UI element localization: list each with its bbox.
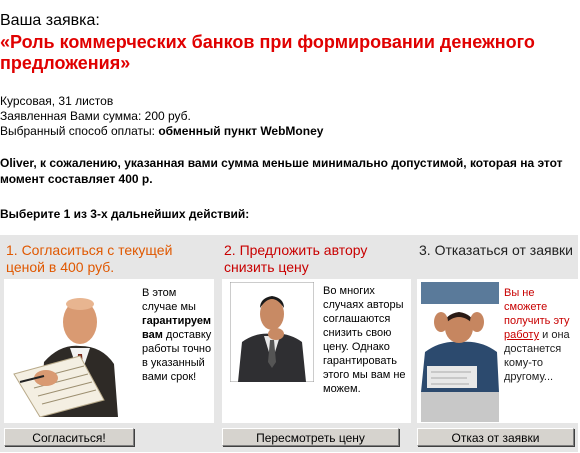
- option-decline-heading: 3. Отказаться от заявки: [419, 242, 573, 258]
- option-accept-text: В этом случае мы гарантируем вам доставк…: [142, 287, 212, 383]
- amount-line: Заявленная Вами сумма: 200 руб.: [0, 109, 323, 124]
- payment-label: Выбранный способ оплаты:: [0, 124, 155, 138]
- amount-value: 200 руб.: [144, 109, 191, 123]
- order-details: Курсовая, 31 листов Заявленная Вами сумм…: [0, 94, 323, 139]
- option-renegotiate: 2. Предложить автору снизить цену Во мно…: [218, 235, 413, 452]
- option-decline-text: Вы не сможете получить эту работу и она …: [504, 287, 570, 383]
- amount-label: Заявленная Вами сумма:: [0, 109, 142, 123]
- option-accept: 1. Согласиться с текущей ценой в 400 руб…: [0, 235, 218, 452]
- thinking-man-photo: [230, 282, 314, 382]
- option-accept-header: 1. Согласиться с текущей ценой в 400 руб…: [0, 235, 218, 279]
- renegotiate-button[interactable]: Пересмотреть цену: [222, 428, 399, 446]
- order-title: «Роль коммерческих банков при формирован…: [0, 32, 535, 73]
- option-decline-body: Вы не сможете получить эту работу и она …: [417, 279, 578, 423]
- price-warning: Oliver, к сожалению, указанная вами сумм…: [0, 156, 563, 186]
- option-renegotiate-body: Во многих случаях авторы соглашаются сни…: [222, 279, 411, 423]
- options-panel: 1. Согласиться с текущей ценой в 400 руб…: [0, 235, 578, 452]
- payment-value: обменный пункт WebMoney: [158, 124, 324, 138]
- option-renegotiate-heading: 2. Предложить автору снизить цену: [224, 242, 368, 275]
- option-decline: 3. Отказаться от заявки Вы не сможете по…: [413, 235, 578, 452]
- order-heading: Ваша заявка:: [0, 12, 100, 29]
- frustrated-man-photo: [421, 282, 499, 422]
- choose-prompt: Выберите 1 из 3-х дальнейших действий:: [0, 207, 250, 221]
- option-accept-body: В этом случае мы гарантируем вам доставк…: [4, 279, 214, 423]
- payment-line: Выбранный способ оплаты: обменный пункт …: [0, 124, 323, 139]
- work-link[interactable]: работу: [504, 329, 539, 341]
- accept-button[interactable]: Согласиться!: [4, 428, 134, 446]
- option-renegotiate-text: Во многих случаях авторы соглашаются сни…: [323, 285, 406, 395]
- decline-button[interactable]: Отказ от заявки: [417, 428, 574, 446]
- option-decline-header: 3. Отказаться от заявки: [413, 235, 578, 279]
- work-type: Курсовая, 31 листов: [0, 94, 114, 108]
- option-accept-heading: 1. Согласиться с текущей ценой в 400 руб…: [6, 242, 173, 275]
- option-renegotiate-header: 2. Предложить автору снизить цену: [218, 235, 413, 279]
- businessman-signing-photo: [10, 282, 136, 417]
